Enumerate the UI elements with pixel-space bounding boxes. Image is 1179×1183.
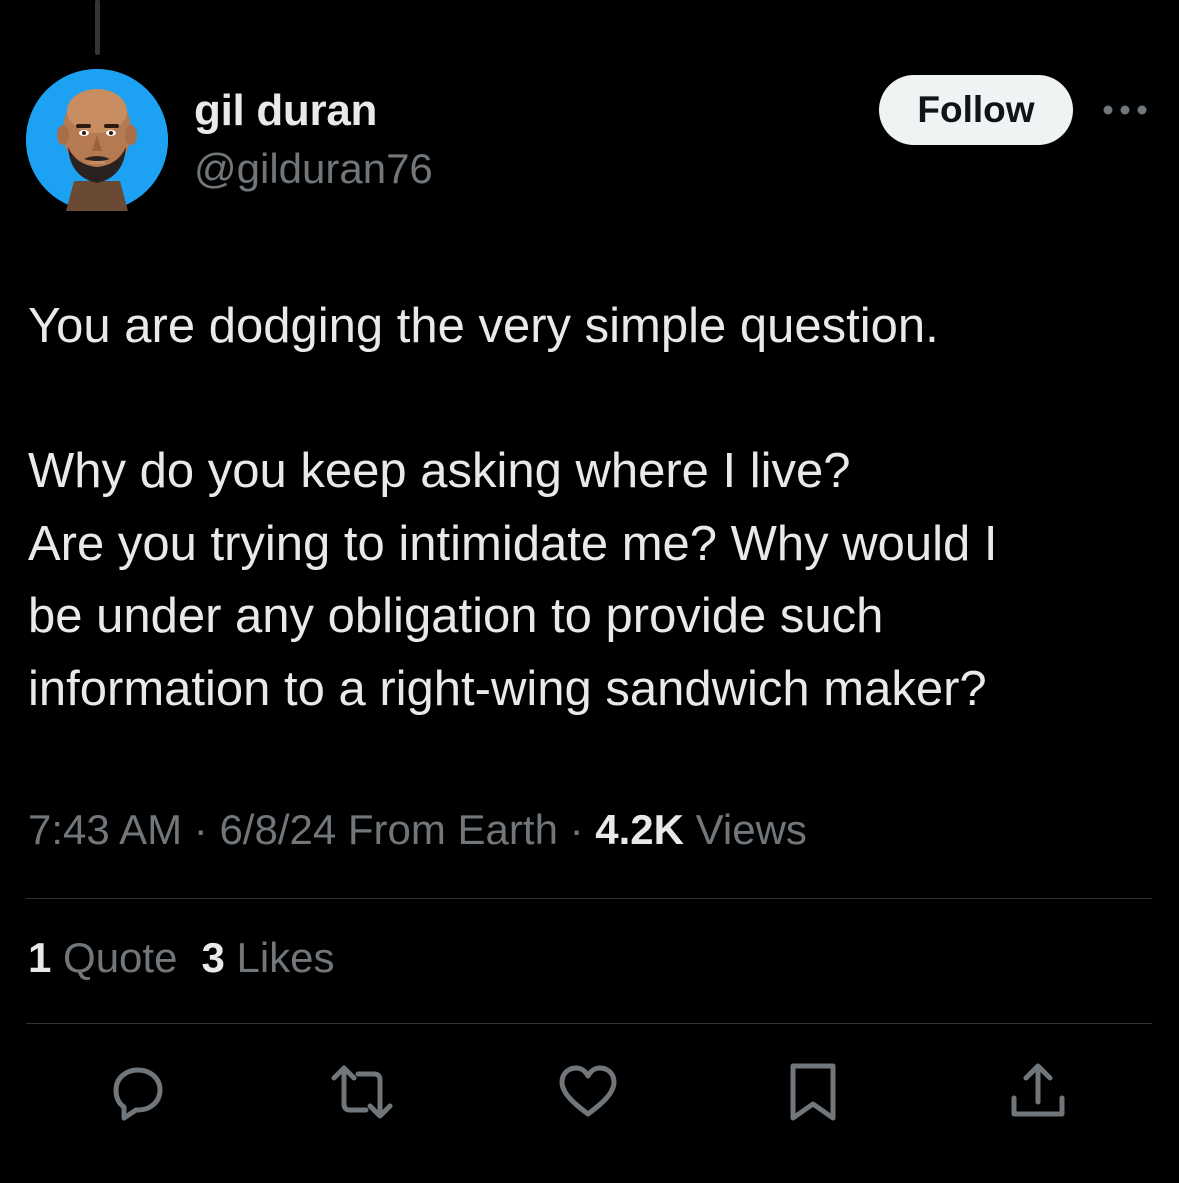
bookmark-icon — [790, 1063, 836, 1121]
tweet-metadata: 7:43 AM · 6/8/24 From Earth · 4.2K Views — [28, 806, 807, 854]
repost-icon — [331, 1065, 393, 1119]
meta-separator: · — [557, 806, 596, 853]
tweet-time[interactable]: 7:43 AM — [28, 806, 182, 853]
quotes-count: 1 — [28, 934, 52, 981]
quotes-label: Quote — [51, 934, 178, 981]
likes-stat[interactable]: 3 Likes — [201, 934, 334, 981]
more-horizontal-icon[interactable] — [1100, 98, 1150, 122]
meta-separator: · — [182, 806, 220, 853]
share-icon — [1011, 1063, 1065, 1117]
avatar-portrait — [26, 69, 168, 211]
views-label[interactable]: Views — [684, 806, 807, 853]
tweet-date[interactable]: 6/8/24 — [219, 806, 336, 853]
tweet-line: Why do you keep asking where I live? — [28, 444, 851, 498]
likes-count: 3 — [201, 934, 225, 981]
bookmark-button[interactable] — [781, 1060, 845, 1124]
tweet-line: information to a right-wing sandwich mak… — [28, 661, 987, 716]
tweet-line: be under any obligation to provide such — [28, 589, 884, 643]
user-handle[interactable]: @gilduran76 — [194, 145, 433, 193]
engagement-stats: 1 Quote 3 Likes — [28, 934, 335, 982]
heart-icon — [559, 1065, 617, 1117]
divider — [26, 1023, 1152, 1024]
repost-button[interactable] — [330, 1060, 394, 1124]
quotes-stat[interactable]: 1 Quote — [28, 934, 177, 981]
avatar[interactable] — [26, 69, 168, 211]
reply-icon — [113, 1067, 163, 1121]
follow-button[interactable]: Follow — [879, 75, 1073, 145]
share-button[interactable] — [1006, 1060, 1070, 1124]
tweet-line: You are dodging the very simple question… — [28, 299, 939, 353]
tweet-text: You are dodging the very simple question… — [28, 290, 1158, 725]
reply-button[interactable] — [106, 1060, 170, 1124]
display-name[interactable]: gil duran — [194, 86, 377, 136]
tweet-location: From Earth — [336, 806, 558, 853]
divider — [26, 898, 1152, 899]
tweet-line: Are you trying to intimidate me? Why wou… — [28, 516, 998, 571]
tweet-paragraph-break — [28, 363, 1158, 436]
like-button[interactable] — [556, 1060, 620, 1124]
likes-label: Likes — [224, 934, 335, 981]
thread-connector-line — [95, 0, 100, 55]
views-count[interactable]: 4.2K — [595, 806, 684, 853]
